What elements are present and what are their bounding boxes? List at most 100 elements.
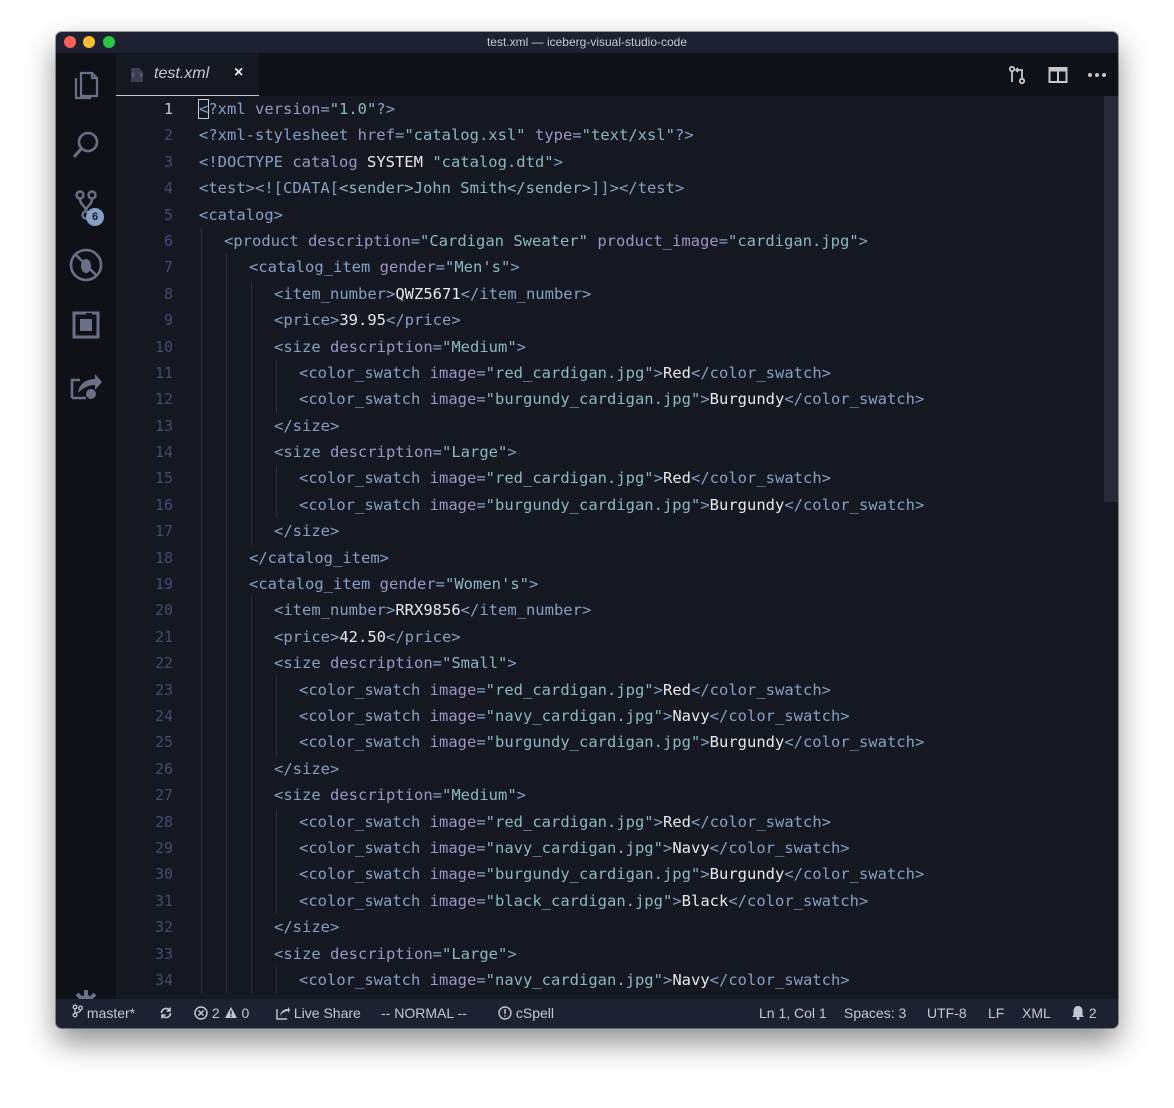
code-token: = <box>432 654 442 673</box>
code-line[interactable]: <color_swatch image="red_cardigan.jpg">R… <box>199 359 1099 387</box>
code-line[interactable]: <color_swatch image="black_cardigan.jpg"… <box>199 887 1099 915</box>
code-line[interactable]: <product description="Cardigan Sweater" … <box>199 227 1099 255</box>
code-line[interactable]: <size description="Large"> <box>199 940 1099 967</box>
extensions-icon[interactable] <box>56 295 116 355</box>
scm-badge: 6 <box>86 208 104 226</box>
status-bar: master* 2 0 Live Share -- NORMAL -- cSpe… <box>56 999 1118 1028</box>
code-line[interactable]: <price>42.50</price> <box>199 623 1099 651</box>
code-line[interactable]: <size description="Small"> <box>199 650 1099 677</box>
code-token: </color_swatch> <box>784 495 925 514</box>
more-actions-icon[interactable] <box>1086 65 1108 85</box>
language-mode[interactable]: XML <box>1022 999 1051 1028</box>
code-token: Red <box>663 363 691 382</box>
code-line[interactable]: <size description="Medium"> <box>199 333 1099 360</box>
code-area[interactable]: <?xml version="1.0"?> <?xml-stylesheet hr… <box>197 96 1099 994</box>
notifications[interactable]: 2 <box>1071 999 1097 1028</box>
branch-indicator[interactable]: master* <box>72 999 135 1028</box>
code-line[interactable]: <size description="Medium"> <box>199 782 1099 809</box>
code-token: version <box>255 100 321 118</box>
indent-guide <box>226 597 227 624</box>
indent-guide <box>251 702 252 730</box>
cspell-status[interactable]: cSpell <box>498 999 554 1028</box>
indentation[interactable]: Spaces: 3 <box>844 999 906 1028</box>
line-number: 8 <box>163 284 173 303</box>
code-line[interactable]: <catalog_item gender="Women's"> <box>199 571 1099 598</box>
code-line[interactable]: <color_swatch image="red_cardigan.jpg">R… <box>199 465 1099 492</box>
code-token: = <box>476 838 486 857</box>
split-editor-icon[interactable] <box>1047 65 1069 85</box>
code-token: Burgundy <box>709 390 785 409</box>
search-icon[interactable] <box>56 115 116 175</box>
code-token: Red <box>663 812 691 831</box>
code-token: = <box>718 231 728 250</box>
code-line[interactable]: <price>39.95</price> <box>199 307 1099 334</box>
code-line[interactable]: <color_swatch image="red_cardigan.jpg">R… <box>199 676 1099 703</box>
indent-guide <box>226 834 227 862</box>
code-token: "Medium" <box>442 786 517 805</box>
code-line[interactable]: <item_number>RRX9856</item_number> <box>199 597 1099 624</box>
code-token: <color_swatch <box>299 733 430 752</box>
problems-indicator[interactable]: 2 0 <box>194 999 249 1028</box>
code-line[interactable]: <?xml version="1.0"?> <box>197 96 1099 122</box>
end-of-line[interactable]: LF <box>988 999 1004 1028</box>
indent-guide <box>276 966 277 994</box>
code-line[interactable]: <item_number>QWZ5671</item_number> <box>199 280 1099 308</box>
code-line[interactable]: <color_swatch image="burgundy_cardigan.j… <box>199 861 1099 888</box>
cursor-position[interactable]: Ln 1, Col 1 <box>759 999 827 1028</box>
live-share-icon[interactable] <box>56 355 116 415</box>
indent-guide <box>251 386 252 413</box>
code-token: Burgundy <box>709 495 785 514</box>
code-token: = <box>476 865 486 884</box>
code-line[interactable]: <color_swatch image="burgundy_cardigan.j… <box>199 386 1099 413</box>
code-token: "burgundy_cardigan.jpg" <box>485 495 701 514</box>
minimize-window-button[interactable] <box>83 36 95 48</box>
code-token: "navy_cardigan.jpg" <box>485 970 663 989</box>
code-token: "burgundy_cardigan.jpg" <box>485 390 701 409</box>
code-line[interactable]: <size description="Large"> <box>199 439 1099 466</box>
explorer-icon[interactable] <box>56 55 116 115</box>
indent-guide <box>251 491 252 519</box>
vertical-scrollbar[interactable] <box>1102 96 1118 999</box>
code-line[interactable]: <!DOCTYPE catalog SYSTEM "catalog.dtd"> <box>199 149 1099 175</box>
code-token: > <box>516 337 526 356</box>
code-editor[interactable]: 1 2 3 4 5 6 7 8 9 10 11 12 13 14 15 16 17 18 19 20 21 22 23 24 2… <box>116 96 1118 999</box>
code-line[interactable]: </size> <box>199 518 1099 545</box>
code-line[interactable]: </size> <box>199 914 1099 941</box>
code-token: description <box>330 337 433 356</box>
sync-icon[interactable] <box>159 999 173 1028</box>
indent-guide <box>226 386 227 413</box>
line-number: 14 <box>154 443 173 462</box>
indent-guide <box>226 702 227 730</box>
code-line[interactable]: <color_swatch image="burgundy_cardigan.j… <box>199 729 1099 756</box>
code-line[interactable]: <color_swatch image="burgundy_cardigan.j… <box>199 491 1099 519</box>
code-line[interactable]: <color_swatch image="navy_cardigan.jpg">… <box>199 966 1099 994</box>
code-line[interactable]: </size> <box>199 755 1099 783</box>
code-line[interactable]: </size> <box>199 412 1099 440</box>
code-line[interactable]: <color_swatch image="navy_cardigan.jpg">… <box>199 702 1099 730</box>
tab-close-icon[interactable]: × <box>234 64 243 82</box>
code-line[interactable]: <color_swatch image="navy_cardigan.jpg">… <box>199 834 1099 862</box>
open-changes-icon[interactable] <box>1006 65 1028 85</box>
indent-guide <box>201 834 202 862</box>
code-line[interactable]: </catalog_item> <box>199 544 1099 572</box>
code-token: > <box>516 786 526 805</box>
code-token: "navy_cardigan.jpg" <box>485 838 663 857</box>
encoding[interactable]: UTF-8 <box>927 999 967 1028</box>
maximize-window-button[interactable] <box>103 36 115 48</box>
code-token: description <box>330 786 433 805</box>
indent-guide <box>226 966 227 994</box>
source-control-icon[interactable]: 6 <box>56 175 116 235</box>
code-line[interactable]: <catalog> <box>199 202 1099 228</box>
code-line[interactable]: <test><![CDATA[<sender>John Smith</sende… <box>199 175 1099 201</box>
scrollbar-thumb[interactable] <box>1104 96 1118 502</box>
code-token: "red_cardigan.jpg" <box>485 680 654 699</box>
code-line[interactable]: <?xml-stylesheet href="catalog.xsl" type… <box>199 122 1099 148</box>
debug-icon[interactable] <box>56 235 116 295</box>
code-line[interactable]: <color_swatch image="red_cardigan.jpg">R… <box>199 808 1099 835</box>
code-token: 39.95 <box>339 311 386 330</box>
live-share-status[interactable]: Live Share <box>276 999 361 1028</box>
close-window-button[interactable] <box>64 36 76 48</box>
code-line[interactable]: <catalog_item gender="Men's"> <box>199 254 1099 281</box>
tab-test-xml[interactable]: test.xml × <box>116 53 259 96</box>
indent-guide <box>226 755 227 783</box>
